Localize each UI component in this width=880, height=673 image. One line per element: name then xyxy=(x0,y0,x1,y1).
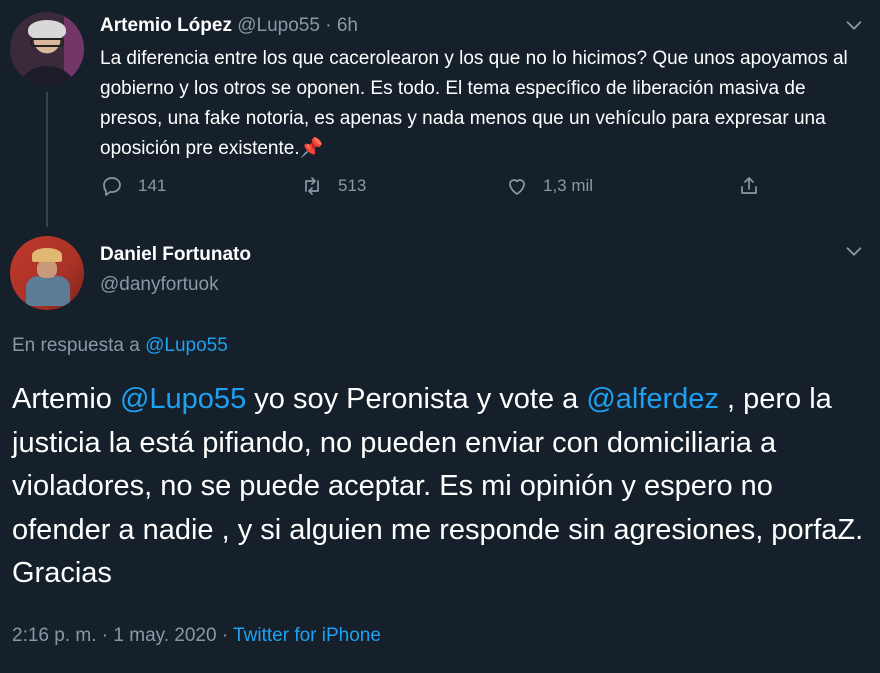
avatar[interactable] xyxy=(10,12,84,86)
tweet-date[interactable]: 1 may. 2020 xyxy=(113,625,216,646)
separator: · xyxy=(325,15,332,36)
source-link[interactable]: Twitter for iPhone xyxy=(233,625,381,646)
avatar-glasses xyxy=(30,38,64,47)
avatar[interactable] xyxy=(10,236,84,310)
separator: · xyxy=(216,625,234,646)
reply-prefix: En respuesta a xyxy=(12,335,146,356)
retweet-button[interactable]: 513 xyxy=(300,174,366,198)
reply-count: 141 xyxy=(138,176,167,195)
author-handle[interactable]: @Lupo55 xyxy=(237,15,320,36)
thread-line xyxy=(46,92,48,227)
pushpin-emoji: 📌 xyxy=(299,138,324,159)
share-icon xyxy=(741,177,757,194)
chevron-down-icon[interactable] xyxy=(843,240,865,262)
tweet-body: La diferencia entre los que cacerolearon… xyxy=(100,48,848,159)
tweet-time[interactable]: 6h xyxy=(337,15,358,36)
avatar-hair xyxy=(28,20,66,40)
text-part: yo soy Peronista y vote a xyxy=(246,383,587,415)
retweet-count: 513 xyxy=(338,176,367,195)
retweet-icon xyxy=(305,177,319,195)
tweet-actions: 141 513 1,3 mil xyxy=(100,174,860,206)
tweet-time[interactable]: 2:16 p. m. xyxy=(12,625,97,646)
separator: · xyxy=(96,625,114,646)
like-icon xyxy=(509,179,525,195)
author-name[interactable]: Daniel Fortunato xyxy=(100,244,251,266)
share-button[interactable] xyxy=(737,174,761,198)
reply-to-link[interactable]: @Lupo55 xyxy=(145,335,228,356)
mention-link[interactable]: @alferdez xyxy=(586,383,719,415)
reply-icon xyxy=(103,177,121,196)
tweet-text: Artemio @Lupo55 yo soy Peronista y vote … xyxy=(12,378,872,596)
reply-context: En respuesta a @Lupo55 xyxy=(12,335,228,357)
avatar-face xyxy=(37,260,57,278)
parent-header: Artemio López @Lupo55 · 6h xyxy=(100,14,358,38)
tweet-text: La diferencia entre los que cacerolearon… xyxy=(100,44,860,164)
chevron-down-icon[interactable] xyxy=(843,14,865,36)
mention-link[interactable]: @Lupo55 xyxy=(120,383,246,415)
reply-button[interactable]: 141 xyxy=(100,174,166,198)
avatar-body xyxy=(26,276,70,306)
tweet-meta: 2:16 p. m. · 1 may. 2020 · Twitter for i… xyxy=(12,625,381,647)
avatar-hat xyxy=(32,248,62,262)
parent-tweet[interactable]: Artemio López @Lupo55 · 6h La diferencia… xyxy=(0,0,880,235)
text-part: Artemio xyxy=(12,383,120,415)
author-name[interactable]: Artemio López xyxy=(100,15,232,36)
like-button[interactable]: 1,3 mil xyxy=(505,174,593,198)
author-handle[interactable]: @danyfortuok xyxy=(100,274,219,296)
like-count: 1,3 mil xyxy=(543,176,594,195)
